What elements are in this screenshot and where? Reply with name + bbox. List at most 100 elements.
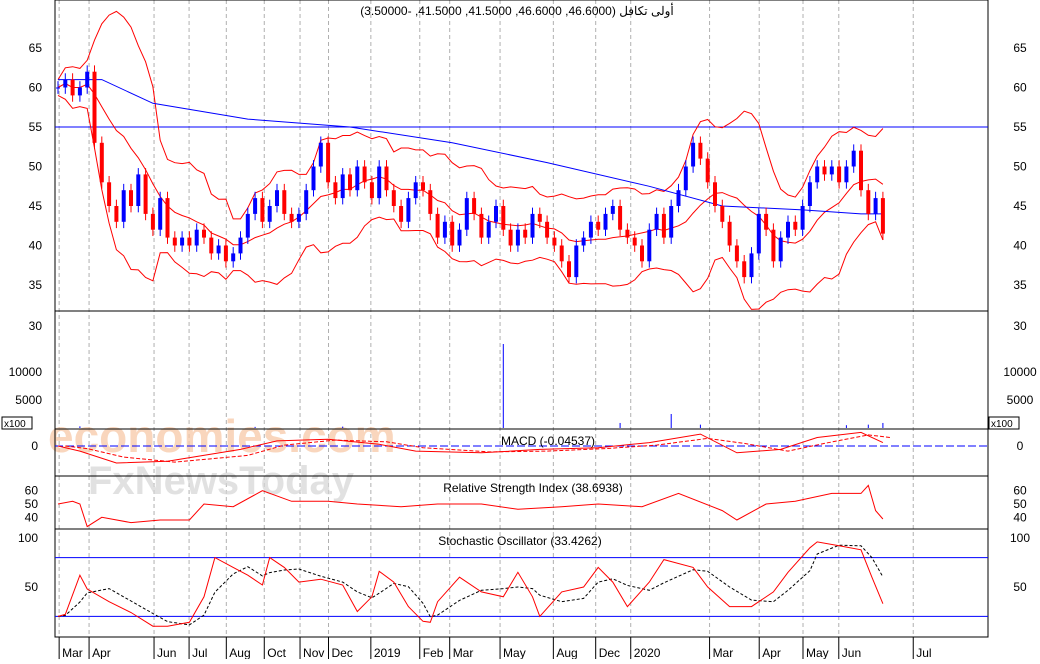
x-tick-label: 2019 bbox=[374, 646, 401, 659]
x-tick-label: Nov bbox=[303, 646, 324, 659]
candle-body bbox=[654, 213, 659, 230]
candle-body bbox=[450, 221, 455, 246]
candle-body bbox=[727, 221, 732, 246]
candle-body bbox=[683, 166, 688, 191]
candle-body bbox=[691, 142, 696, 167]
candle-body bbox=[537, 213, 542, 222]
candle-body bbox=[260, 198, 265, 222]
candle-body bbox=[778, 237, 783, 262]
candle-body bbox=[172, 237, 177, 246]
candle-body bbox=[501, 206, 506, 230]
rsi-tick-right: 40 bbox=[1013, 510, 1027, 524]
volume-unit-left: x100 bbox=[4, 419, 26, 430]
price-frame bbox=[54, 0, 989, 312]
candle-body bbox=[807, 182, 812, 206]
candle-body bbox=[603, 213, 608, 230]
y-tick-label-right: 50 bbox=[1013, 160, 1027, 174]
candle-body bbox=[472, 198, 477, 214]
candle-body bbox=[421, 182, 425, 191]
stochastic-tick-right: 100 bbox=[1010, 531, 1030, 545]
axes: Mar Apr Jun Jul Aug Oct Nov Dec 2019 Feb Mar May Aug… bbox=[1, 41, 1037, 660]
candle-body bbox=[442, 221, 447, 238]
candle-body bbox=[829, 166, 834, 175]
candle-body bbox=[348, 174, 352, 191]
candle-body bbox=[837, 166, 842, 183]
candle-body bbox=[216, 245, 221, 254]
candle-body bbox=[771, 229, 776, 262]
candle-body bbox=[552, 237, 557, 246]
candle-body bbox=[136, 174, 141, 206]
x-tick-label: Jun bbox=[157, 646, 176, 659]
candle-body bbox=[304, 190, 309, 214]
candle-body bbox=[669, 206, 674, 238]
candle-body bbox=[245, 213, 250, 238]
candle-body bbox=[515, 229, 520, 246]
candle-body bbox=[209, 237, 214, 254]
y-tick-label-right: 35 bbox=[1013, 278, 1027, 292]
x-tick-label: May bbox=[806, 646, 829, 659]
stochastic-tick-right: 50 bbox=[1013, 580, 1027, 594]
stochastic-label: Stochastic Oscillator (33.4262) bbox=[438, 534, 601, 548]
y-tick-label-right: 60 bbox=[1013, 81, 1027, 95]
candle-body bbox=[859, 150, 863, 191]
candle-body bbox=[698, 142, 703, 159]
candle-body bbox=[786, 221, 790, 238]
x-tick-label: Mar bbox=[453, 646, 474, 659]
y-tick-label-right: 30 bbox=[1013, 319, 1027, 333]
rsi-tick-right: 50 bbox=[1013, 497, 1027, 511]
candle-body bbox=[880, 198, 885, 234]
candle-body bbox=[333, 182, 338, 199]
x-tick-label: Aug bbox=[229, 646, 250, 659]
candle-body bbox=[530, 213, 535, 238]
y-tick-label-right: 40 bbox=[1013, 239, 1027, 253]
candle-body bbox=[632, 237, 637, 246]
candle-body bbox=[180, 237, 185, 246]
candle-body bbox=[676, 190, 681, 206]
candle-body bbox=[406, 198, 411, 222]
candle-body bbox=[326, 142, 331, 183]
candle-body bbox=[713, 182, 717, 206]
volume-tick-left: 10000 bbox=[9, 365, 43, 379]
candle-body bbox=[734, 245, 739, 262]
x-tick-label: Dec bbox=[332, 646, 353, 659]
candle-body bbox=[158, 198, 163, 230]
candle-body bbox=[187, 237, 192, 246]
candle-body bbox=[494, 206, 498, 222]
candle-body bbox=[545, 221, 550, 238]
rsi-tick-right: 60 bbox=[1013, 484, 1027, 498]
candle-body bbox=[764, 213, 769, 230]
candle-body bbox=[815, 166, 820, 183]
stochastic-tick-left: 100 bbox=[18, 531, 38, 545]
candle-body bbox=[793, 221, 798, 230]
stock-chart: economies.com FxNewsToday Mar Apr Jun Jul Au… bbox=[1, 0, 1037, 660]
y-tick-label-left: 45 bbox=[29, 199, 43, 213]
candle-body bbox=[647, 229, 652, 262]
volume-tick-right: 5000 bbox=[1007, 393, 1034, 407]
stochastic-tick-left: 50 bbox=[25, 580, 39, 594]
candle-body bbox=[253, 198, 258, 214]
x-tick-label: 2020 bbox=[634, 646, 661, 659]
candle-body bbox=[873, 198, 878, 214]
candle-body bbox=[129, 190, 133, 206]
candle-body bbox=[822, 166, 827, 175]
volume-tick-left: 5000 bbox=[15, 393, 42, 407]
stochastic-panel bbox=[55, 541, 988, 627]
candle-body bbox=[121, 190, 126, 222]
candle-body bbox=[486, 221, 491, 238]
candle-body bbox=[596, 221, 601, 230]
x-tick-label: Apr bbox=[762, 646, 781, 659]
x-tick-label: Jun bbox=[842, 646, 861, 659]
y-tick-label-left: 55 bbox=[29, 120, 43, 134]
candle-body bbox=[77, 87, 82, 96]
macd-tick-right: 0 bbox=[1017, 439, 1024, 453]
candle-body bbox=[99, 142, 104, 183]
candle-body bbox=[238, 237, 243, 254]
macd-tick-left: 0 bbox=[31, 439, 38, 453]
candle-body bbox=[165, 198, 170, 238]
candle-body bbox=[413, 182, 418, 199]
y-tick-label-left: 50 bbox=[29, 160, 43, 174]
watermark-economies: economies.com bbox=[48, 410, 396, 462]
candle-body bbox=[581, 237, 586, 246]
candle-body bbox=[56, 87, 60, 89]
candle-body bbox=[428, 190, 433, 214]
